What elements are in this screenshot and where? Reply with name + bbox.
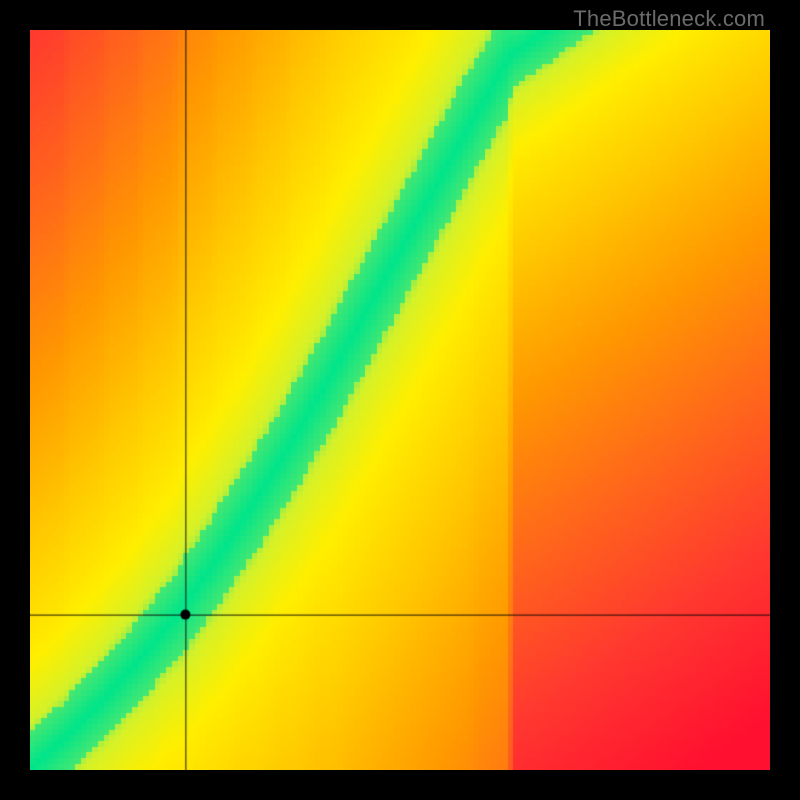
heatmap-canvas [30,30,770,770]
heatmap-chart [30,30,770,770]
watermark-text: TheBottleneck.com [573,6,765,32]
